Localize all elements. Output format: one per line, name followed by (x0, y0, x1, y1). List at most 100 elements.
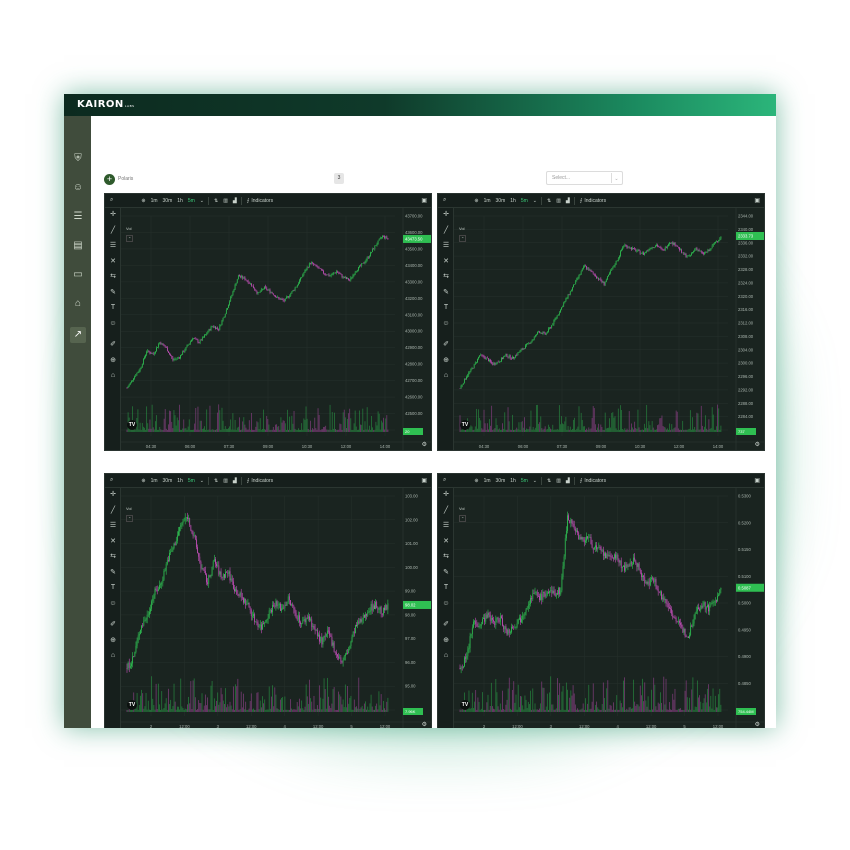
chevron-down-icon[interactable]: ⌄ (200, 198, 204, 204)
chart-panel-4[interactable]: ⌕ ⊕ 1m 30m 1h 5m ⌄ ⇅ ▥ ▟ ⨍ Indicators ▣ ✛ ╱ ☰ ✕ ⇆ ✎ T ☺ ✐ ⊕ ⌂ 0.… (437, 473, 765, 728)
timeframe-5m[interactable]: 5m (188, 198, 195, 204)
chart-panel-2[interactable]: ⌕ ⊕ 1m 30m 1h 5m ⌄ ⇅ ▥ ▟ ⨍ Indicators ▣ ✛ ╱ ☰ ✕ ⇆ ✎ T ☺ ✐ ⊕ ⌂ 23… (437, 193, 765, 451)
text-icon[interactable]: T (108, 583, 118, 593)
bank-icon[interactable]: ⌂ (70, 296, 86, 312)
ruler-icon[interactable]: ✐ (441, 620, 451, 630)
timeframe-1m[interactable]: 1m (151, 198, 158, 204)
emoji-icon[interactable]: ☺ (108, 319, 118, 329)
ruler-icon[interactable]: ✐ (108, 340, 118, 350)
crosshair-icon[interactable]: ✛ (108, 210, 118, 220)
collapse-legend-button[interactable]: ⌃ (459, 235, 467, 242)
emoji-icon[interactable]: ☺ (108, 599, 118, 609)
emoji-icon[interactable]: ☺ (441, 599, 451, 609)
zoom-icon[interactable]: ⊕ (441, 356, 451, 366)
indicators-icon[interactable]: ⨍ (580, 478, 583, 484)
magnet-icon[interactable]: ⌂ (441, 371, 451, 381)
timeframe-30m[interactable]: 30m (496, 198, 506, 204)
collapse-legend-button[interactable]: ⌃ (126, 515, 134, 522)
projection-icon[interactable]: ⇆ (108, 272, 118, 282)
list-icon[interactable]: ☰ (70, 209, 86, 225)
chart-panel-1[interactable]: ⌕ ⊕ 1m 30m 1h 5m ⌄ ⇅ ▥ ▟ ⨍ Indicators ▣ ✛ ╱ ☰ ✕ ⇆ ✎ T ☺ ✐ ⊕ ⌂ 43… (104, 193, 432, 451)
search-icon[interactable]: ⌕ (443, 197, 446, 204)
ruler-icon[interactable]: ✐ (108, 620, 118, 630)
volume-icon[interactable]: ▟ (233, 478, 237, 484)
timeframe-1h[interactable]: 1h (510, 198, 516, 204)
bars-icon[interactable]: ▥ (556, 198, 561, 204)
zoom-icon[interactable]: ⊕ (108, 356, 118, 366)
search-icon[interactable]: ⌕ (443, 477, 446, 484)
projection-icon[interactable]: ⇆ (441, 272, 451, 282)
timeframe-1h[interactable]: 1h (177, 478, 183, 484)
bars-icon[interactable]: ▥ (223, 478, 228, 484)
text-icon[interactable]: T (441, 583, 451, 593)
timeframe-1m[interactable]: 1m (151, 478, 158, 484)
logo[interactable]: KAIRONLABS (77, 99, 134, 110)
pattern-icon[interactable]: ✕ (441, 257, 451, 267)
chevron-down-icon[interactable]: ⌄ (533, 198, 537, 204)
clipboard-icon[interactable]: ▤ (70, 238, 86, 254)
chart-type-icon[interactable]: ⇅ (214, 198, 218, 204)
gear-icon[interactable]: ⚙ (755, 721, 760, 728)
trendline-icon[interactable]: ╱ (108, 506, 118, 516)
tradingview-logo-icon[interactable]: TV (127, 420, 137, 430)
indicators-icon[interactable]: ⨍ (247, 478, 250, 484)
timeframe-5m[interactable]: 5m (521, 478, 528, 484)
tradingview-logo-icon[interactable]: TV (127, 700, 137, 710)
brush-icon[interactable]: ✎ (108, 288, 118, 298)
indicators-button[interactable]: Indicators (584, 478, 606, 484)
timeframe-30m[interactable]: 30m (163, 198, 173, 204)
chevron-down-icon[interactable]: ⌄ (200, 478, 204, 484)
chart-type-icon[interactable]: ⇅ (214, 478, 218, 484)
ruler-icon[interactable]: ✐ (441, 340, 451, 350)
projection-icon[interactable]: ⇆ (108, 552, 118, 562)
search-icon[interactable]: ⌕ (110, 197, 113, 204)
timeframe-1h[interactable]: 1h (177, 198, 183, 204)
camera-icon[interactable]: ▣ (421, 197, 427, 204)
document-icon[interactable]: ▭ (70, 267, 86, 283)
compare-icon[interactable]: ⊕ (141, 478, 145, 484)
timeframe-1h[interactable]: 1h (510, 478, 516, 484)
indicators-icon[interactable]: ⨍ (247, 198, 250, 204)
camera-icon[interactable]: ▣ (754, 477, 760, 484)
trendline-icon[interactable]: ╱ (441, 226, 451, 236)
text-icon[interactable]: T (441, 303, 451, 313)
pattern-icon[interactable]: ✕ (108, 537, 118, 547)
bars-icon[interactable]: ▥ (556, 478, 561, 484)
timeframe-30m[interactable]: 30m (163, 478, 173, 484)
gear-icon[interactable]: ⚙ (422, 721, 427, 728)
volume-icon[interactable]: ▟ (233, 198, 237, 204)
pattern-icon[interactable]: ✕ (108, 257, 118, 267)
fib-icon[interactable]: ☰ (108, 521, 118, 531)
compare-icon[interactable]: ⊕ (474, 478, 478, 484)
magnet-icon[interactable]: ⌂ (441, 651, 451, 661)
collapse-legend-button[interactable]: ⌃ (126, 235, 134, 242)
price-chart[interactable]: 103.00102.00101.00100.0099.0098.0097.009… (121, 488, 432, 728)
crosshair-icon[interactable]: ✛ (441, 490, 451, 500)
indicators-button[interactable]: Indicators (251, 198, 273, 204)
chart-type-icon[interactable]: ⇅ (547, 478, 551, 484)
chart-count-badge[interactable]: 3 (334, 173, 344, 184)
volume-icon[interactable]: ▟ (566, 198, 570, 204)
fib-icon[interactable]: ☰ (108, 241, 118, 251)
indicators-button[interactable]: Indicators (584, 198, 606, 204)
bars-icon[interactable]: ▥ (223, 198, 228, 204)
chart-panel-3[interactable]: ⌕ ⊕ 1m 30m 1h 5m ⌄ ⇅ ▥ ▟ ⨍ Indicators ▣ ✛ ╱ ☰ ✕ ⇆ ✎ T ☺ ✐ ⊕ ⌂ 10… (104, 473, 432, 728)
brush-icon[interactable]: ✎ (441, 288, 451, 298)
price-chart[interactable]: 0.53000.52000.51500.51000.50000.49500.49… (454, 488, 765, 728)
timeframe-5m[interactable]: 5m (521, 198, 528, 204)
search-icon[interactable]: ⌕ (110, 477, 113, 484)
zoom-icon[interactable]: ⊕ (441, 636, 451, 646)
trend-icon[interactable]: ↗ (70, 327, 86, 343)
timeframe-1m[interactable]: 1m (484, 478, 491, 484)
pattern-icon[interactable]: ✕ (441, 537, 451, 547)
timeframe-1m[interactable]: 1m (484, 198, 491, 204)
trendline-icon[interactable]: ╱ (441, 506, 451, 516)
brush-icon[interactable]: ✎ (441, 568, 451, 578)
chart-type-icon[interactable]: ⇅ (547, 198, 551, 204)
shield-icon[interactable]: ⛨ (70, 151, 86, 167)
gear-icon[interactable]: ⚙ (422, 441, 427, 448)
price-chart[interactable]: 2344.002340.002336.002332.002328.002324.… (454, 208, 765, 451)
compare-icon[interactable]: ⊕ (141, 198, 145, 204)
camera-icon[interactable]: ▣ (754, 197, 760, 204)
crosshair-icon[interactable]: ✛ (108, 490, 118, 500)
